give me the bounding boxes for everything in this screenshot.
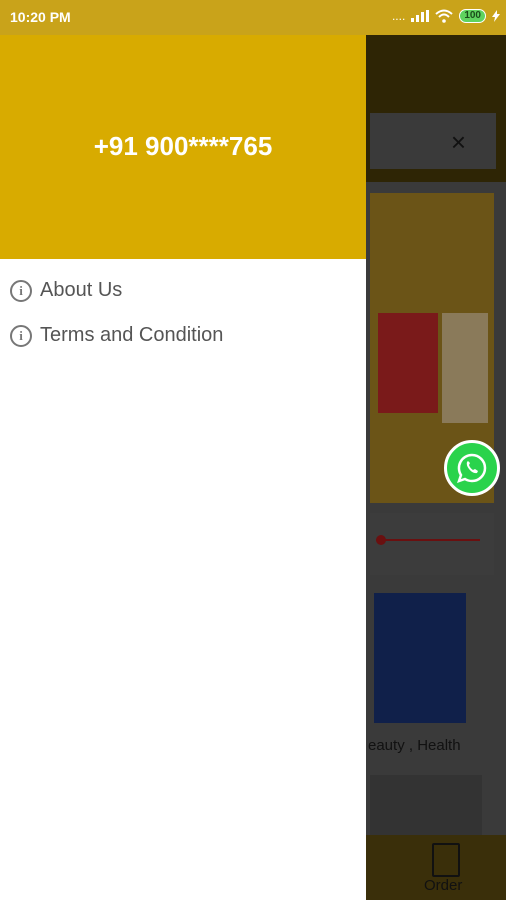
wifi-icon bbox=[435, 9, 453, 23]
order-label: Order bbox=[424, 877, 463, 894]
menu-item-terms[interactable]: i Terms and Condition bbox=[10, 324, 223, 347]
order-icon bbox=[432, 843, 460, 877]
bottom-navigation: Order bbox=[366, 835, 506, 900]
close-icon: × bbox=[450, 127, 466, 157]
charging-icon bbox=[492, 10, 500, 22]
navigation-drawer: +91 900****765 i About Us i Terms and Co… bbox=[0, 35, 366, 900]
user-phone-number: +91 900****765 bbox=[93, 131, 273, 161]
status-bar: 10:20 PM .... 100 bbox=[0, 0, 506, 35]
status-time: 10:20 PM bbox=[10, 9, 71, 25]
info-icon: i bbox=[10, 279, 32, 302]
whatsapp-icon bbox=[457, 453, 487, 483]
menu-item-label: About Us bbox=[40, 279, 123, 301]
banner-product-pack bbox=[378, 313, 438, 413]
product-category-text: eauty , Health bbox=[368, 737, 461, 754]
signal-dots: .... bbox=[391, 9, 406, 23]
background-toolbar: × bbox=[366, 35, 506, 182]
banner-product-pack bbox=[442, 313, 488, 423]
battery-icon: 100 bbox=[459, 9, 486, 23]
background-search-bar: × bbox=[370, 113, 496, 169]
product-image bbox=[374, 593, 466, 723]
background-slider bbox=[376, 535, 480, 545]
background-product-card: eauty , Health bbox=[368, 587, 482, 767]
signal-icon bbox=[411, 10, 430, 22]
menu-item-label: Terms and Condition bbox=[40, 324, 224, 346]
whatsapp-button[interactable] bbox=[444, 440, 500, 496]
drawer-header: +91 900****765 bbox=[0, 35, 366, 259]
menu-item-about-us[interactable]: i About Us bbox=[10, 279, 122, 302]
status-icons: .... 100 bbox=[392, 9, 500, 23]
info-icon: i bbox=[10, 324, 32, 347]
background-slider-card bbox=[370, 513, 494, 575]
